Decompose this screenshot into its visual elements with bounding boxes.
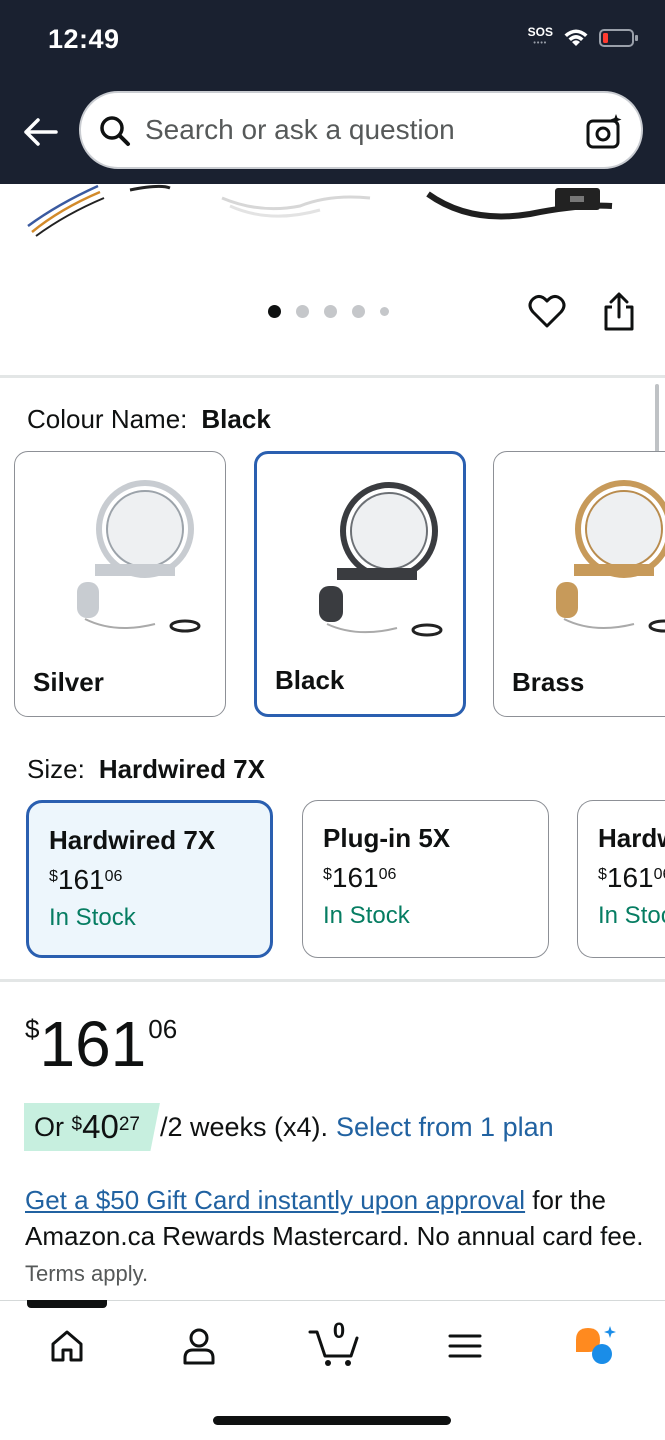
size-option-name: Plug-in 5X [323,823,451,853]
mirror-image [319,482,443,637]
search-input[interactable] [145,107,565,153]
product-image-crop [27,184,613,237]
share-icon [604,292,634,331]
size-option-price: $16106 [598,862,665,893]
home-icon [51,1330,83,1362]
pagination-dot [380,307,389,316]
colour-option-label: Black [275,665,345,695]
plan-amount-badge: Or $40 27 [24,1103,160,1151]
colour-option-label: Brass [512,667,585,697]
product-image-gallery[interactable] [0,184,665,376]
size-label-row: Size: Hardwired 7X [27,754,265,785]
size-option-stock: In Stock [49,904,136,931]
wifi-icon [563,28,589,48]
image-pagination-dots [268,305,389,318]
menu-icon [448,1334,482,1358]
gift-card-link[interactable]: Get a $50 Gift Card instantly upon appro… [25,1185,525,1215]
heart-icon [528,294,566,328]
nav-rufus-assistant[interactable] [570,1320,622,1372]
section-divider [0,375,665,378]
back-arrow-icon [24,118,58,146]
size-option-plug-in-5x[interactable]: Plug-in 5X $16106 In Stock [302,800,549,958]
colour-option-brass[interactable]: Brass [493,451,665,717]
camera-search-icon[interactable] [585,112,625,157]
cart-count: 0 [332,1318,346,1343]
wishlist-button[interactable] [528,293,566,334]
size-option-name: Hardwired 10X [598,823,665,853]
size-option-price: $16106 [49,864,123,895]
mirror-image [556,480,665,633]
pagination-dot [268,305,281,318]
back-button[interactable] [20,112,60,152]
size-option-hardwired-10x[interactable]: Hardwired 10X $16106 In Stock [577,800,665,958]
active-tab-indicator [27,1300,107,1308]
share-button[interactable] [602,292,636,337]
size-label: Size: [27,754,85,784]
colour-label: Colour Name: [27,404,188,434]
colour-label-row: Colour Name: Black [27,404,271,435]
rufus-icon [576,1326,616,1364]
size-option-stock: In Stock [598,902,665,929]
size-option-hardwired-7x[interactable]: Hardwired 7X $16106 In Stock [26,800,273,958]
size-option-price: $16106 [323,862,397,893]
battery-icon [599,28,639,48]
sos-indicator: SOS •••• [527,25,553,47]
search-icon [97,113,133,154]
terms-link[interactable]: Terms apply. [25,1261,148,1286]
nav-home[interactable] [41,1320,93,1372]
size-option-name: Hardwired 7X [49,825,216,855]
product-price: $16106 [25,1008,178,1080]
colour-option-silver[interactable]: Silver [14,451,226,717]
colour-option-label: Silver [33,667,104,697]
mirror-image [77,480,201,633]
size-selected-value: Hardwired 7X [98,754,265,784]
nav-account[interactable] [173,1320,225,1372]
section-divider [0,979,665,982]
size-option-stock: In Stock [323,902,410,929]
colour-selected-value: Black [201,404,271,434]
nav-menu[interactable] [439,1320,491,1372]
account-icon [183,1328,215,1365]
pagination-dot [324,305,337,318]
plan-frequency: /2 weeks (x4). [159,1111,329,1142]
payment-plan-row: Or $40 27 /2 weeks (x4). Select from 1 pl… [24,1103,554,1151]
pagination-dot [352,305,365,318]
status-indicators: SOS •••• [528,26,639,50]
gift-card-promo: Get a $50 Gift Card instantly upon appro… [25,1182,645,1292]
select-plan-link[interactable]: Select from 1 plan [336,1112,554,1143]
status-time: 12:49 [48,24,120,54]
home-indicator [213,1416,451,1425]
colour-option-black[interactable]: Black [254,451,466,717]
search-bar[interactable] [79,91,643,169]
pagination-dot [296,305,309,318]
